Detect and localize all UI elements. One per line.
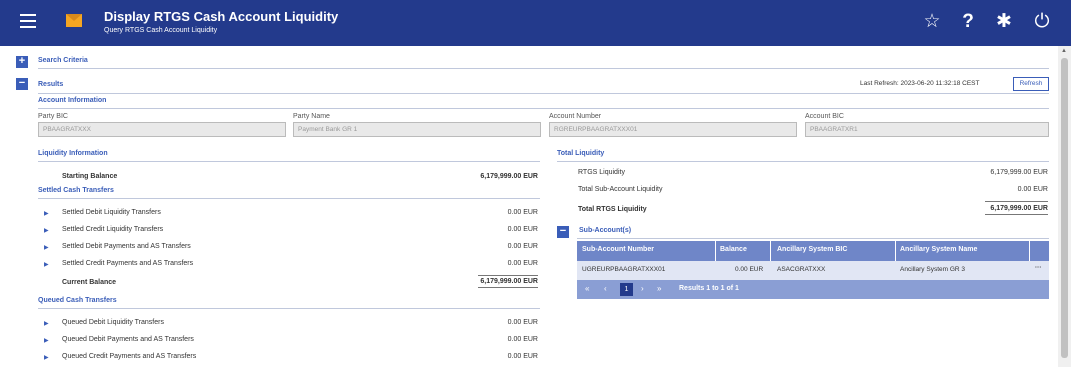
list-item-value: 0.00 EUR (507, 209, 538, 216)
account-information-heading: Account Information (38, 97, 107, 104)
next-page-icon[interactable]: › (641, 284, 644, 293)
expand-caret-icon[interactable]: ▶ (44, 337, 49, 344)
expand-caret-icon[interactable]: ▶ (44, 261, 49, 268)
column-header-ancillary-system-bic[interactable]: Ancillary System BIC (777, 246, 847, 253)
list-item-value: 0.00 EUR (507, 243, 538, 250)
more-actions-icon[interactable]: ··· (1035, 264, 1042, 271)
liquidity-information-heading: Liquidity Information (38, 150, 108, 157)
last-refresh-text: Last Refresh: 2023-06-20 11:32:18 CEST (860, 80, 980, 87)
gear-icon[interactable]: ✱ (992, 10, 1016, 34)
expand-caret-icon[interactable]: ▶ (44, 320, 49, 327)
results-label[interactable]: Results (38, 81, 63, 88)
vertical-scrollbar[interactable]: ▲ (1058, 46, 1071, 367)
first-page-icon[interactable]: « (585, 284, 589, 293)
list-item-value: 0.00 EUR (507, 260, 538, 267)
sub-account-liquidity-label: Total Sub-Account Liquidity (578, 186, 663, 193)
page-title: Display RTGS Cash Account Liquidity (104, 9, 339, 24)
total-rtgs-liquidity-label: Total RTGS Liquidity (578, 206, 647, 213)
cell-ancillary-system-name: Ancillary System GR 3 (900, 266, 966, 273)
list-item-label[interactable]: Settled Credit Liquidity Transfers (62, 226, 163, 233)
sum-line (985, 214, 1048, 215)
list-item-label[interactable]: Queued Debit Liquidity Transfers (62, 319, 164, 326)
sum-line (985, 201, 1048, 202)
page-1-button[interactable]: 1 (620, 283, 633, 296)
pagination-bar: « ‹ 1 › » Results 1 to 1 of 1 (577, 280, 1049, 299)
rtgs-liquidity-value: 6,179,999.00 EUR (990, 169, 1048, 176)
page-subtitle: Query RTGS Cash Account Liquidity (104, 27, 218, 34)
list-item-label[interactable]: Queued Credit Payments and AS Transfers (62, 353, 196, 360)
sub-account-liquidity-value: 0.00 EUR (1017, 186, 1048, 193)
app-header: Display RTGS Cash Account Liquidity Quer… (0, 0, 1071, 46)
divider (38, 161, 540, 162)
menu-icon[interactable] (20, 14, 36, 28)
power-icon[interactable]: ⏻ (1030, 10, 1054, 34)
column-header-balance[interactable]: Balance (720, 246, 747, 253)
list-item-label[interactable]: Settled Credit Payments and AS Transfers (62, 260, 193, 267)
total-rtgs-liquidity-value: 6,179,999.00 EUR (990, 205, 1048, 212)
help-icon[interactable]: ? (956, 10, 980, 34)
rtgs-liquidity-label: RTGS Liquidity (578, 169, 625, 176)
results-section[interactable]: − Results (16, 77, 616, 93)
settled-cash-transfers-heading: Settled Cash Transfers (38, 187, 114, 194)
account-bic-label: Account BIC (805, 113, 844, 120)
account-number-field[interactable]: RGREURPBAAGRATXXX01 (549, 122, 797, 137)
sub-accounts-heading[interactable]: Sub-Account(s) (579, 227, 631, 234)
list-item-value: 0.00 EUR (507, 319, 538, 326)
current-balance-label: Current Balance (62, 279, 117, 286)
table-header: Sub-Account Number Balance Ancillary Sys… (577, 241, 1049, 261)
refresh-button[interactable]: Refresh (1013, 77, 1049, 91)
cell-sub-account-number: UGREURPBAAGRATXXX01 (582, 266, 666, 273)
cell-balance: 0.00 EUR (735, 266, 764, 273)
table-row[interactable]: UGREURPBAAGRATXXX01 0.00 EUR ASACGRATXXX… (577, 261, 1049, 280)
divider (577, 238, 1049, 239)
expand-caret-icon[interactable]: ▶ (44, 210, 49, 217)
previous-page-icon[interactable]: ‹ (604, 284, 607, 293)
cell-ancillary-system-bic: ASACGRATXXX (777, 266, 826, 273)
list-item-label[interactable]: Settled Debit Payments and AS Transfers (62, 243, 191, 250)
star-icon[interactable]: ☆ (920, 10, 944, 34)
scroll-up-icon[interactable]: ▲ (1061, 48, 1067, 54)
total-liquidity-heading: Total Liquidity (557, 150, 605, 157)
list-item-value: 0.00 EUR (507, 226, 538, 233)
column-header-sub-account-number[interactable]: Sub-Account Number (582, 246, 654, 253)
queued-cash-transfers-heading: Queued Cash Transfers (38, 297, 117, 304)
expand-caret-icon[interactable]: ▶ (44, 227, 49, 234)
party-bic-field[interactable]: PBAAGRATXXX (38, 122, 286, 137)
list-item-value: 0.00 EUR (507, 353, 538, 360)
list-item-label[interactable]: Settled Debit Liquidity Transfers (62, 209, 161, 216)
collapse-icon[interactable]: − (557, 226, 569, 238)
account-number-label: Account Number (549, 113, 602, 120)
list-item-label[interactable]: Queued Debit Payments and AS Transfers (62, 336, 194, 343)
account-bic-field[interactable]: PBAAGRATXR1 (805, 122, 1049, 137)
divider (38, 93, 1049, 94)
expand-caret-icon[interactable]: ▶ (44, 354, 49, 361)
sum-line (478, 287, 538, 288)
results-count: Results 1 to 1 of 1 (679, 285, 739, 292)
column-header-ancillary-system-name[interactable]: Ancillary System Name (900, 246, 977, 253)
starting-balance-value: 6,179,999.00 EUR (480, 173, 538, 180)
party-bic-label: Party BIC (38, 113, 68, 120)
party-name-label: Party Name (293, 113, 330, 120)
last-page-icon[interactable]: » (657, 284, 661, 293)
party-name-field[interactable]: Payment Bank GR 1 (293, 122, 541, 137)
current-balance-value: 6,179,999.00 EUR (480, 278, 538, 285)
divider (38, 198, 540, 199)
scrollbar-thumb[interactable] (1061, 58, 1068, 358)
expand-caret-icon[interactable]: ▶ (44, 244, 49, 251)
list-item-value: 0.00 EUR (507, 336, 538, 343)
divider (38, 108, 1049, 109)
expand-icon[interactable]: + (16, 56, 28, 68)
divider (38, 308, 540, 309)
collapse-icon[interactable]: − (16, 78, 28, 90)
mail-icon[interactable] (66, 14, 82, 27)
sum-line (478, 275, 538, 276)
starting-balance-label: Starting Balance (62, 173, 118, 180)
divider (38, 68, 1049, 69)
search-criteria-label[interactable]: Search Criteria (38, 57, 88, 64)
divider (557, 161, 1049, 162)
